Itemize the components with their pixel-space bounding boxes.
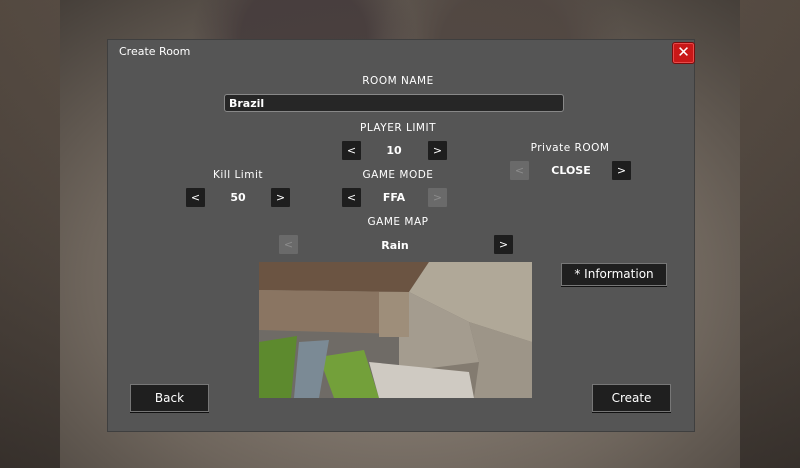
- kill-limit-value: 50: [230, 191, 246, 204]
- create-button[interactable]: Create: [592, 384, 671, 412]
- game-mode-prev-button[interactable]: <: [342, 188, 361, 207]
- player-limit-increase-button[interactable]: >: [428, 141, 447, 160]
- kill-limit-label: Kill Limit: [212, 169, 263, 181]
- game-mode-next-button[interactable]: >: [428, 188, 447, 207]
- information-button[interactable]: * Information: [561, 263, 667, 286]
- back-button[interactable]: Back: [130, 384, 209, 412]
- private-room-prev-button[interactable]: <: [510, 161, 529, 180]
- player-limit-label: PLAYER LIMIT: [360, 122, 436, 134]
- create-room-dialog: Create Room ✕ ROOM NAME Brazil PLAYER LI…: [107, 39, 695, 432]
- dialog-title: Create Room: [119, 45, 191, 58]
- close-button[interactable]: ✕: [672, 42, 695, 64]
- game-mode-label: GAME MODE: [362, 169, 434, 181]
- game-map-prev-button[interactable]: <: [279, 235, 298, 254]
- game-mode-value: FFA: [382, 191, 406, 204]
- game-map-value: Rain: [381, 239, 409, 252]
- map-preview-image: [259, 262, 532, 398]
- kill-limit-decrease-button[interactable]: <: [186, 188, 205, 207]
- kill-limit-increase-button[interactable]: >: [271, 188, 290, 207]
- close-icon: ✕: [677, 43, 690, 61]
- background-pillar-left: [0, 0, 60, 468]
- private-room-value: CLOSE: [551, 164, 591, 177]
- room-name-label: ROOM NAME: [362, 75, 434, 87]
- background-pillar-right: [740, 0, 800, 468]
- player-limit-decrease-button[interactable]: <: [342, 141, 361, 160]
- private-room-label: Private ROOM: [530, 142, 610, 154]
- game-map-label: GAME MAP: [367, 216, 429, 228]
- player-limit-value: 10: [386, 144, 402, 157]
- private-room-next-button[interactable]: >: [612, 161, 631, 180]
- map-preview-scene: [259, 262, 532, 398]
- room-name-input[interactable]: Brazil: [224, 94, 564, 112]
- game-map-next-button[interactable]: >: [494, 235, 513, 254]
